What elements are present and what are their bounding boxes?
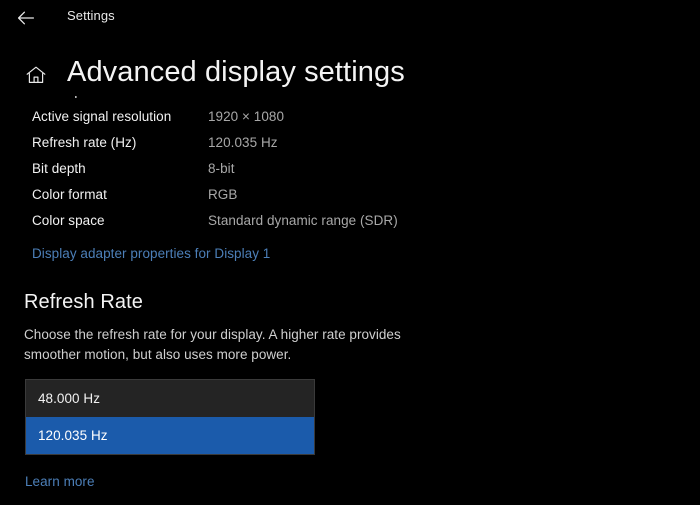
info-label: Color format [32,186,208,204]
table-row: Desktop resolution 1920 × 1080 [0,96,700,104]
refresh-rate-heading: Refresh Rate [24,289,700,315]
info-value: 120.035 Hz [208,134,278,152]
info-value: 8-bit [208,160,235,178]
title-bar: Settings [0,0,700,40]
settings-content-scroll[interactable]: Desktop resolution 1920 × 1080 Active si… [0,96,700,505]
table-row: Active signal resolution 1920 × 1080 [0,104,700,130]
table-row: Bit depth 8-bit [0,156,700,182]
home-icon[interactable] [24,63,48,87]
info-value: RGB [208,186,237,204]
settings-window: Settings Advanced display settings Deskt… [0,0,700,505]
page-title: Advanced display settings [67,53,405,91]
info-value: 1920 × 1080 [208,96,284,100]
learn-more-link[interactable]: Learn more [25,473,95,491]
display-info-table: Desktop resolution 1920 × 1080 Active si… [0,96,700,234]
window-title: Settings [67,8,115,24]
info-label: Color space [32,212,208,230]
info-label: Refresh rate (Hz) [32,134,208,152]
info-label: Active signal resolution [32,108,208,126]
table-row: Refresh rate (Hz) 120.035 Hz [0,130,700,156]
display-adapter-properties-link[interactable]: Display adapter properties for Display 1 [32,245,270,263]
info-label: Desktop resolution [32,96,208,100]
info-value: Standard dynamic range (SDR) [208,212,398,230]
back-arrow-icon[interactable] [9,3,43,33]
page-header: Advanced display settings [0,40,700,96]
info-label: Bit depth [32,160,208,178]
table-row: Color format RGB [0,182,700,208]
dropdown-option-120[interactable]: 120.035 Hz [26,417,314,454]
refresh-rate-dropdown-list[interactable]: 48.000 Hz 120.035 Hz [25,379,315,455]
refresh-rate-description: Choose the refresh rate for your display… [24,325,444,365]
settings-content: Desktop resolution 1920 × 1080 Active si… [0,96,700,491]
info-value: 1920 × 1080 [208,108,284,126]
table-row: Color space Standard dynamic range (SDR) [0,208,700,234]
dropdown-option-48[interactable]: 48.000 Hz [26,380,314,417]
